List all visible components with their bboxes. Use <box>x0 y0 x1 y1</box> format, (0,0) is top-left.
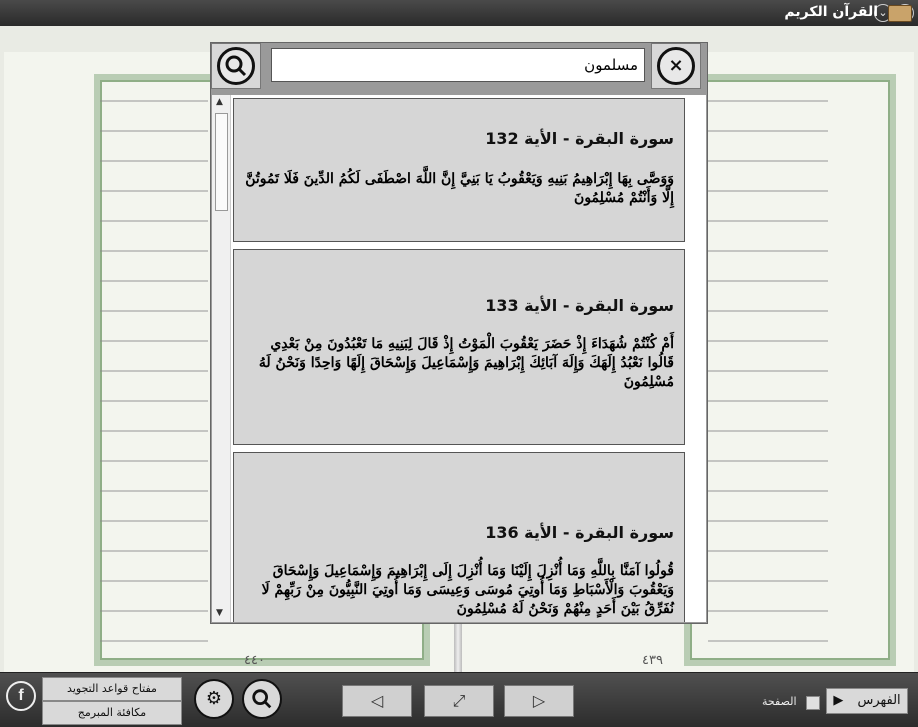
facebook-button[interactable]: f <box>6 681 36 711</box>
text-line <box>100 130 208 132</box>
text-line <box>100 460 208 462</box>
text-line <box>708 550 828 552</box>
page-number-left: ٤٤٠ <box>244 653 265 668</box>
text-line <box>100 340 208 342</box>
search-button[interactable] <box>217 47 255 85</box>
close-search-button[interactable]: × <box>657 47 695 85</box>
text-line <box>100 580 208 582</box>
search-input[interactable] <box>271 48 645 82</box>
text-line <box>708 130 828 132</box>
fullscreen-button[interactable]: ⤢ <box>424 685 494 717</box>
result-verse: وَوَصَّى بِهَا إِبْرَاهِيمُ بَنِيهِ وَيَ… <box>245 171 674 206</box>
window-title: القرآن الكريم <box>784 4 878 20</box>
bottom-toolbar: f مفتاح قواعد التجويد مكافئة المبرمج ⚙ ◁… <box>0 672 918 727</box>
arrow-left-icon: ◁ <box>370 691 384 710</box>
previous-page-button[interactable]: ◁ <box>342 685 412 717</box>
text-line <box>100 100 208 102</box>
text-line <box>100 190 208 192</box>
search-dialog: × ▲ ▼ سورة البقرة - الأية 132 وَوَصَّى ب… <box>210 42 708 624</box>
text-line <box>100 310 208 312</box>
scroll-thumb[interactable] <box>215 113 228 211</box>
index-button[interactable]: الفهرس ▶ <box>826 688 908 714</box>
reward-programmer-button[interactable]: مكافئة المبرمج <box>42 701 182 725</box>
result-heading: سورة البقرة - الأية 136 <box>485 523 674 542</box>
text-line <box>708 190 828 192</box>
text-line <box>100 550 208 552</box>
search-result-item[interactable]: سورة البقرة - الأية 136 قُولُوا آمَنَّا … <box>233 452 685 622</box>
results-scrollbar[interactable]: ▲ ▼ <box>212 95 231 622</box>
result-heading: سورة البقرة - الأية 133 <box>485 296 674 315</box>
result-verse: أَمْ كُنْتُمْ شُهَدَاءَ إِذْ حَضَرَ يَعْ… <box>258 336 674 390</box>
result-heading: سورة البقرة - الأية 132 <box>485 129 674 148</box>
settings-button[interactable]: ⚙ <box>194 679 234 719</box>
close-icon: × <box>668 55 684 76</box>
text-line <box>100 160 208 162</box>
text-line <box>708 640 828 642</box>
text-line <box>708 520 828 522</box>
search-result-item[interactable]: سورة البقرة - الأية 133 أَمْ كُنْتُمْ شُ… <box>233 249 685 445</box>
expand-icon: ⤢ <box>452 691 466 710</box>
text-line <box>100 370 208 372</box>
text-line <box>708 430 828 432</box>
search-toggle-button[interactable] <box>242 679 282 719</box>
text-line <box>708 310 828 312</box>
result-verse: قُولُوا آمَنَّا بِاللَّهِ وَمَا أُنْزِلَ… <box>261 563 674 617</box>
gear-icon: ⚙ <box>205 688 223 709</box>
index-label: الفهرس <box>857 693 901 708</box>
text-line <box>708 280 828 282</box>
text-line <box>708 610 828 612</box>
text-line <box>100 490 208 492</box>
facebook-icon: f <box>18 687 24 704</box>
text-line <box>100 250 208 252</box>
search-icon <box>252 689 272 709</box>
page-label: الصفحة <box>762 695 797 708</box>
text-line <box>100 280 208 282</box>
text-line <box>100 610 208 612</box>
text-line <box>708 400 828 402</box>
scroll-down-icon[interactable]: ▼ <box>216 608 223 618</box>
next-page-button[interactable]: ▷ <box>504 685 574 717</box>
text-line <box>708 160 828 162</box>
title-bar: ⌄ ✕ القرآن الكريم <box>0 0 918 26</box>
tajweed-key-button[interactable]: مفتاح قواعد التجويد <box>42 677 182 701</box>
text-line <box>708 220 828 222</box>
scroll-up-icon[interactable]: ▲ <box>216 97 223 107</box>
close-search-wrap: × <box>651 43 701 89</box>
text-line <box>708 100 828 102</box>
page-number-right: ٤٣٩ <box>642 653 663 668</box>
text-line <box>100 640 208 642</box>
search-button-wrap <box>211 43 261 89</box>
text-line <box>708 370 828 372</box>
text-line <box>708 250 828 252</box>
page-checkbox[interactable] <box>806 696 820 710</box>
text-line <box>100 520 208 522</box>
text-line <box>708 490 828 492</box>
arrow-right-icon: ▷ <box>532 691 546 710</box>
text-line <box>708 580 828 582</box>
text-line <box>100 400 208 402</box>
quran-book-icon <box>888 5 912 22</box>
text-line <box>100 220 208 222</box>
search-icon <box>225 55 247 77</box>
play-arrow-icon: ▶ <box>833 693 844 708</box>
text-line <box>708 460 828 462</box>
text-line <box>100 430 208 432</box>
search-result-item[interactable]: سورة البقرة - الأية 132 وَوَصَّى بِهَا إ… <box>233 98 685 242</box>
text-line <box>708 340 828 342</box>
search-results-list[interactable]: ▲ ▼ سورة البقرة - الأية 132 وَوَصَّى بِه… <box>212 95 706 622</box>
